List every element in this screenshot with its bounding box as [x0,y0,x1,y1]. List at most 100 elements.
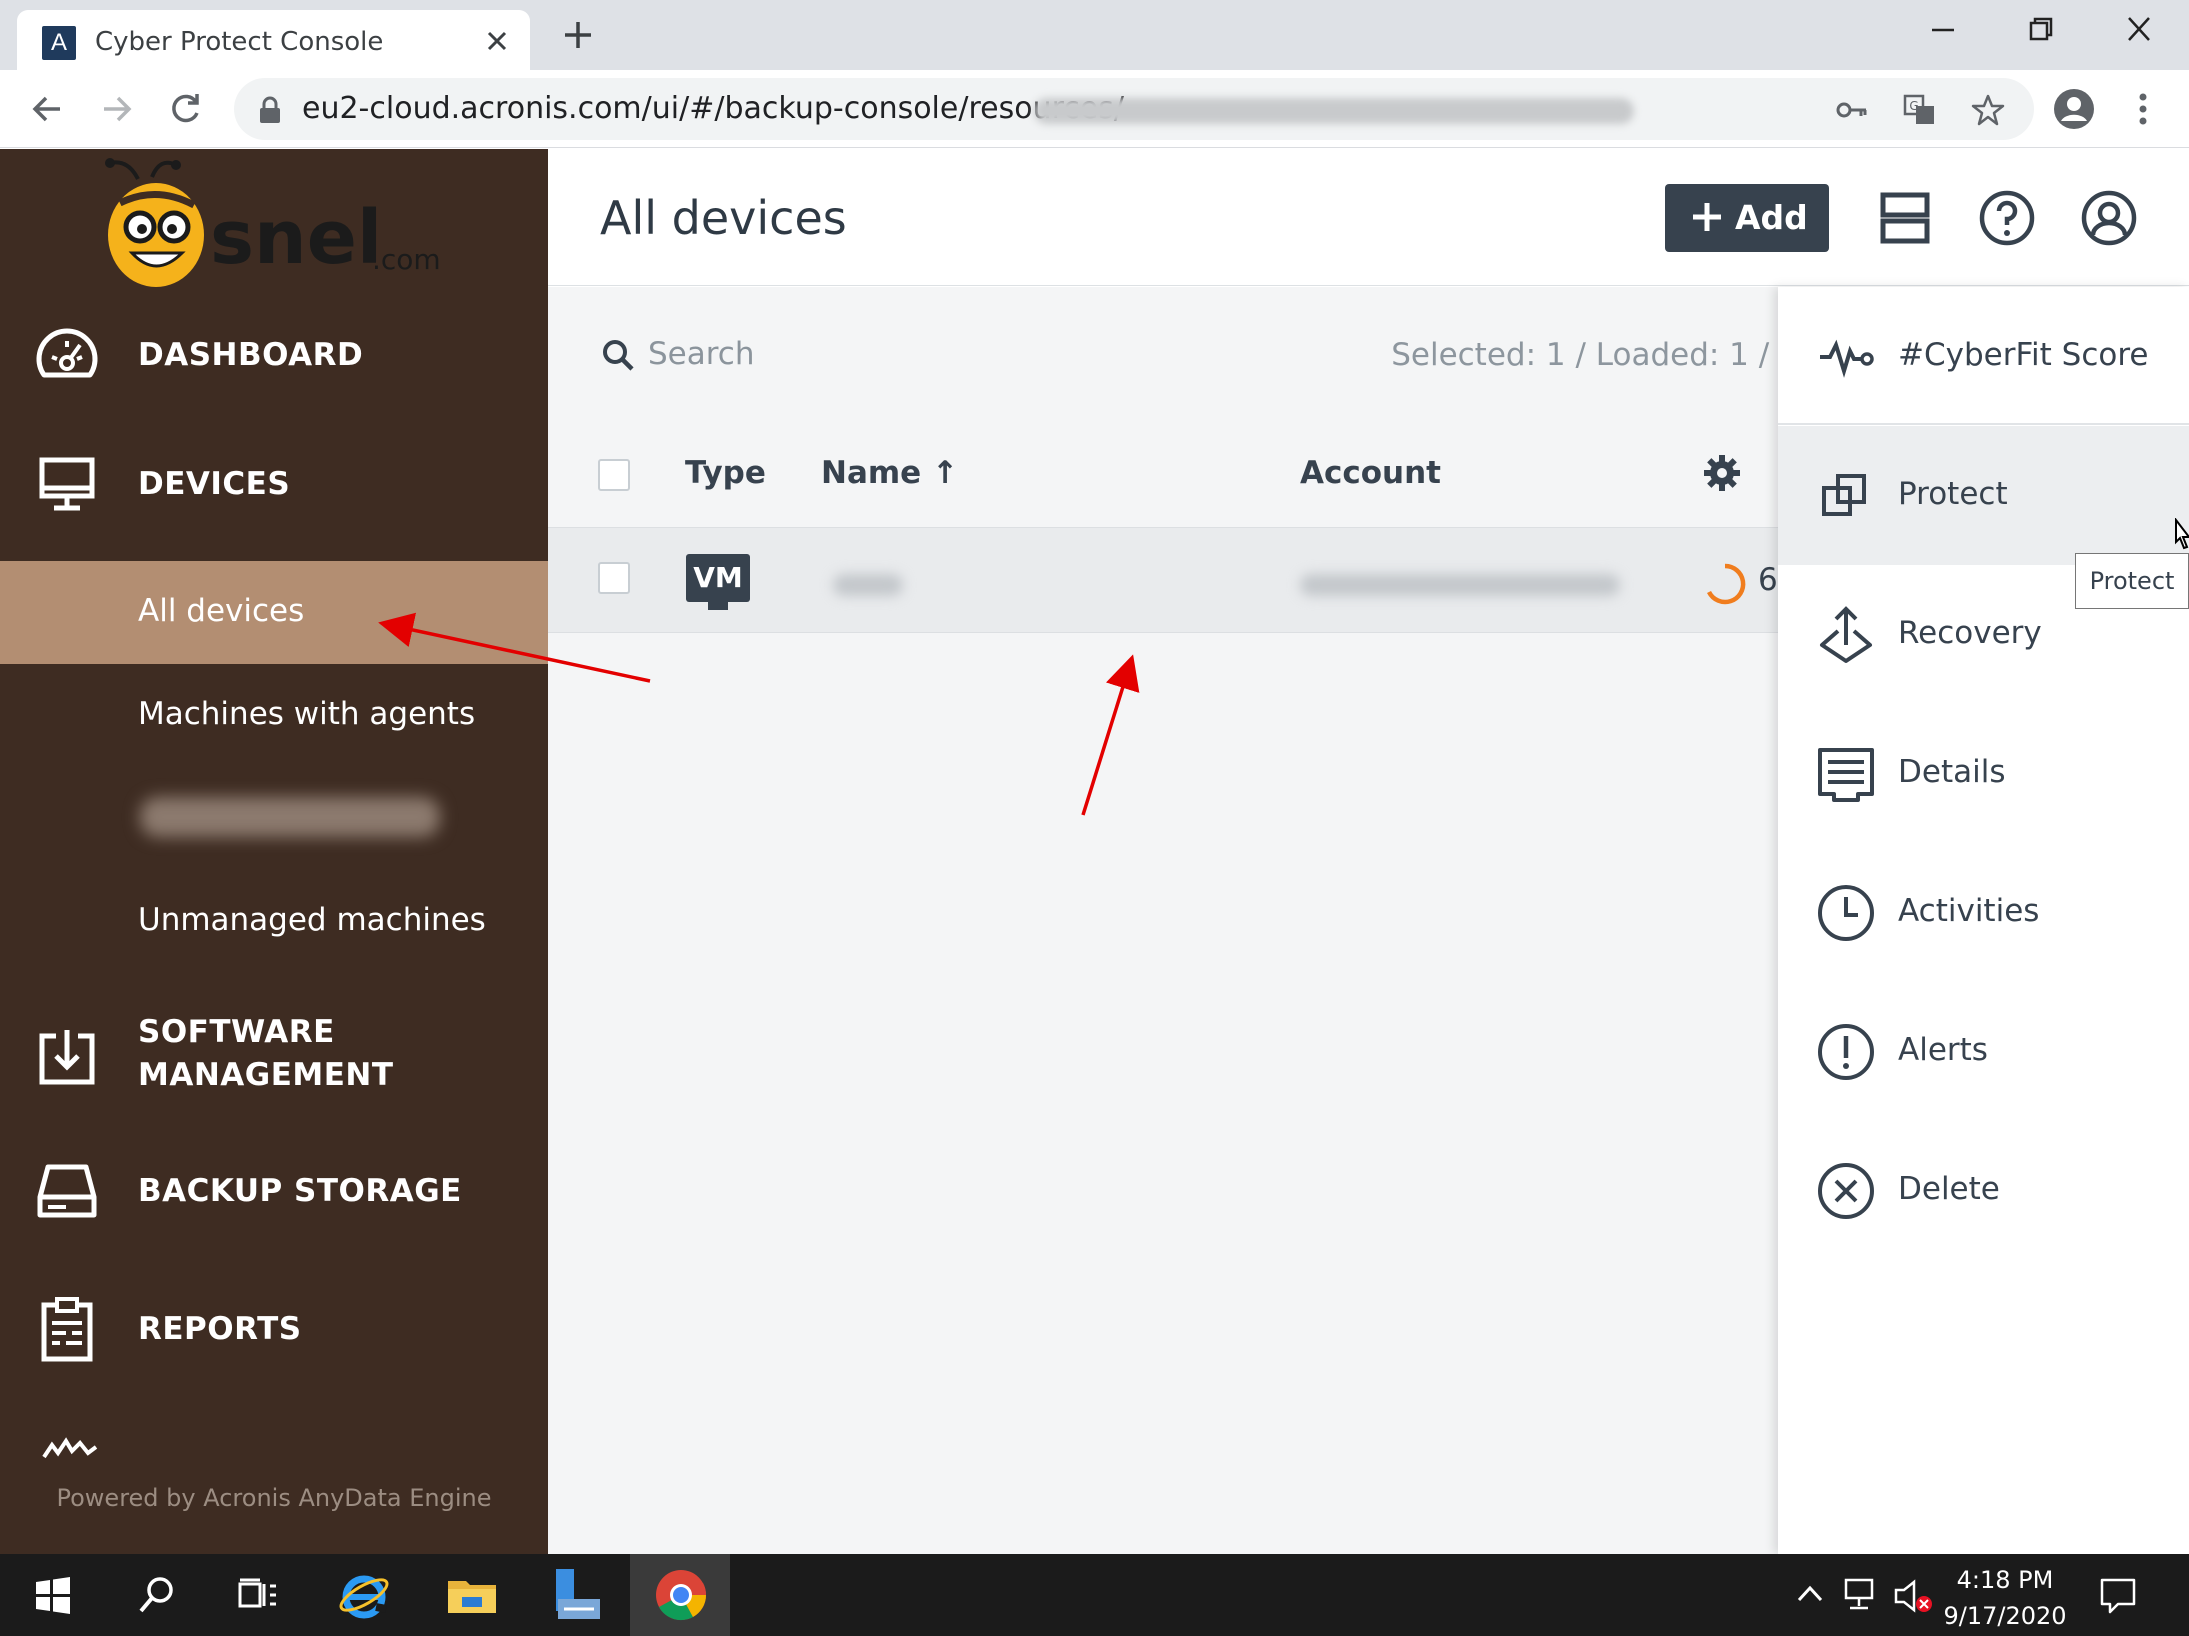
new-tab-icon[interactable] [559,16,597,54]
subnav-redacted-group[interactable] [0,767,548,870]
device-list-area: Selected: 1 / Loaded: 1 / T Type Name ↑ … [548,287,1798,1554]
add-button-label: Add [1735,198,1808,237]
column-settings-gear-icon[interactable] [1702,453,1742,493]
software-download-icon [39,1030,95,1085]
hard-drive-icon [37,1164,97,1218]
monitor-icon [39,457,95,511]
action-activities[interactable]: Activities [1778,843,2189,982]
row-name-redacted [833,574,903,596]
action-delete[interactable]: Delete [1778,1121,2189,1260]
action-cyberfit-label: #CyberFit Score [1898,337,2149,373]
loading-spinner-icon [1706,563,1746,605]
column-header-name[interactable]: Name ↑ [821,455,958,491]
windows-start-icon[interactable] [28,1570,78,1620]
monitoring-wave-icon[interactable] [40,1435,100,1465]
alert-icon [1818,1024,1874,1080]
search-input[interactable] [648,329,1148,379]
powered-by-text: Powered by Acronis AnyData Engine [56,1484,492,1512]
address-bar[interactable]: eu2-cloud.acronis.com/ui/#/backup-consol… [234,78,2034,140]
reload-icon[interactable] [164,88,206,130]
page-header: All devices Add [548,149,2189,286]
search-taskbar-icon[interactable] [132,1570,182,1620]
browser-menu-icon[interactable] [2122,88,2164,130]
logo-suffix: .com [372,243,441,276]
nav-management-label: MANAGEMENT [138,1057,394,1093]
action-delete-label: Delete [1898,1171,2000,1207]
volume-muted-icon[interactable] [1892,1576,1936,1616]
lock-icon [260,96,280,123]
subnav-machines-with-agents-label: Machines with agents [138,696,476,732]
dashboard-gauge-icon [36,328,98,378]
tray-chevron-up-icon[interactable] [1795,1582,1825,1606]
minimize-window-icon[interactable] [1918,10,1968,50]
back-icon[interactable] [26,88,68,130]
nav-software-label: SOFTWARE [138,1014,335,1050]
nav-backup-storage-label: BACKUP STORAGE [138,1173,462,1209]
svg-text:G: G [1909,99,1918,113]
nav-software-management[interactable]: SOFTWARE MANAGEMENT [0,994,548,1124]
row-checkbox[interactable] [598,562,630,594]
view-toggle-icon[interactable] [1874,187,1936,249]
details-icon [1818,748,1874,802]
selection-counter: Selected: 1 / Loaded: 1 / T [1391,337,1798,373]
restore-window-icon[interactable] [2016,10,2066,50]
server-manager-icon[interactable] [546,1565,606,1625]
url-text: eu2-cloud.acronis.com/ui/#/backup-consol… [302,91,1124,126]
search-icon [603,340,634,371]
file-explorer-icon[interactable] [444,1567,500,1623]
action-activities-label: Activities [1898,893,2040,929]
nav-reports-label: REPORTS [138,1311,302,1347]
nav-dashboard[interactable]: DASHBOARD [0,301,548,411]
chrome-icon[interactable] [653,1567,709,1623]
nav-reports[interactable]: REPORTS [0,1275,548,1385]
action-center-icon[interactable] [2098,1576,2138,1616]
forward-icon[interactable] [96,88,138,130]
subnav-machines-with-agents[interactable]: Machines with agents [0,664,548,767]
internet-explorer-icon[interactable] [336,1567,392,1623]
subnav-all-devices[interactable]: All devices [0,561,548,664]
column-header-account[interactable]: Account [1300,455,1441,491]
network-icon[interactable] [1842,1576,1882,1612]
close-window-icon[interactable] [2114,10,2164,50]
key-icon[interactable] [1834,92,1870,128]
panel-divider [1778,423,2189,425]
clock-time: 4:18 PM [1956,1566,2054,1594]
row-account-redacted [1300,574,1620,596]
acronis-favicon-icon: A [42,26,76,60]
snel-logo[interactable]: snel .com [90,157,470,297]
action-details[interactable]: Details [1778,704,2189,843]
subnav-unmanaged-machines-label: Unmanaged machines [138,902,486,938]
vm-stand [708,602,728,610]
column-header-type[interactable]: Type [685,455,766,491]
protect-tooltip: Protect [2075,553,2189,609]
bookmark-star-icon[interactable] [1970,92,2006,128]
add-button[interactable]: Add [1665,184,1829,252]
select-all-checkbox[interactable] [598,459,630,491]
browser-tab-strip: A Cyber Protect Console [0,0,2189,70]
clipboard-report-icon [41,1297,93,1362]
redacted-group-name [140,797,440,837]
nav-dashboard-label: DASHBOARD [138,337,364,373]
tab-title: Cyber Protect Console [95,27,384,57]
plus-icon [1693,203,1721,231]
system-clock[interactable]: 4:18 PM 9/17/2020 [1940,1562,2070,1634]
action-alerts[interactable]: Alerts [1778,982,2189,1121]
nav-devices[interactable]: DEVICES [0,438,548,548]
hand-cursor-icon [2175,518,2189,550]
action-protect[interactable]: Protect [1778,426,2189,565]
subnav-unmanaged-machines[interactable]: Unmanaged machines [0,870,548,973]
row-status-text: 6 [1758,562,1778,598]
close-tab-icon[interactable] [482,26,512,56]
browser-toolbar: eu2-cloud.acronis.com/ui/#/backup-consol… [0,70,2189,148]
delete-icon [1818,1163,1874,1219]
nav-backup-storage[interactable]: BACKUP STORAGE [0,1137,548,1247]
profile-icon[interactable] [2052,87,2096,131]
browser-tab[interactable]: A Cyber Protect Console [17,10,530,70]
translate-icon[interactable]: G [1902,92,1938,128]
account-icon[interactable] [2078,187,2140,249]
table-row[interactable]: VM 6 [548,527,1778,633]
action-cyberfit-score[interactable]: #CyberFit Score [1778,287,2189,426]
action-recovery-label: Recovery [1898,615,2042,651]
task-view-icon[interactable] [232,1570,282,1620]
help-icon[interactable] [1976,187,2038,249]
